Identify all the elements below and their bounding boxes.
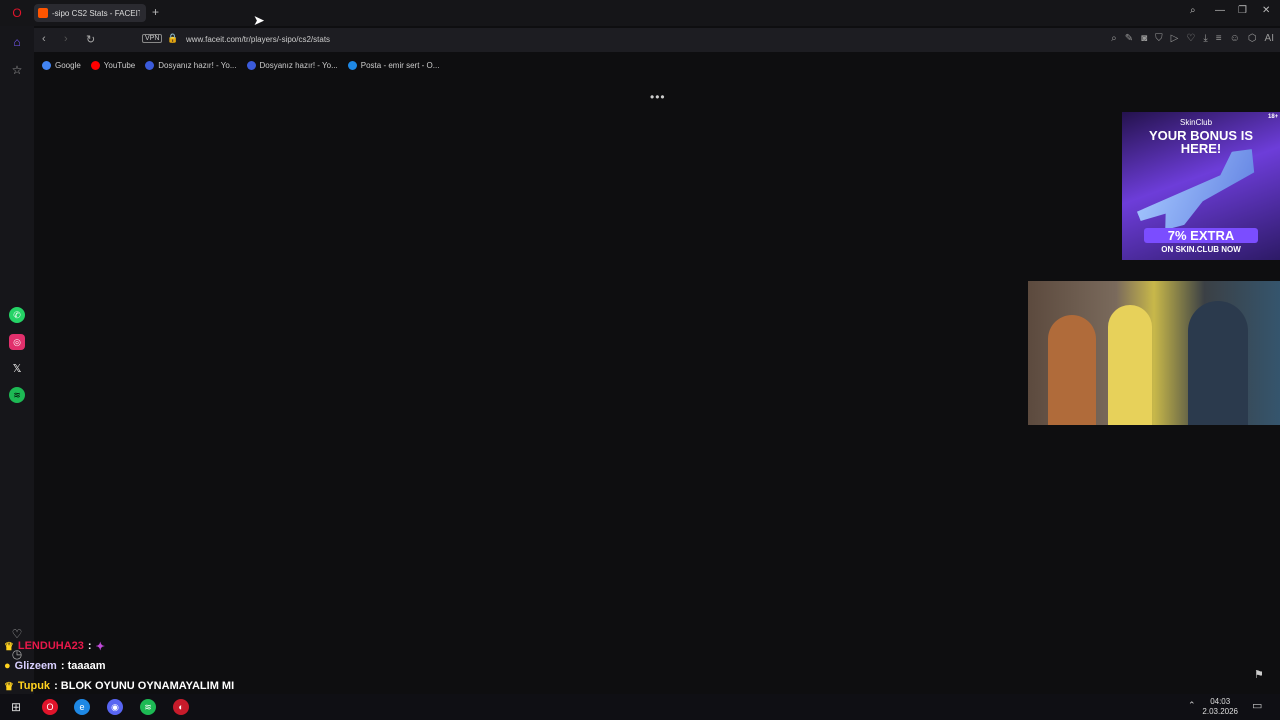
clock-date: 2.03.2026 bbox=[1202, 707, 1238, 716]
person-middle bbox=[1108, 305, 1152, 425]
google-icon bbox=[42, 60, 51, 70]
spotify-icon[interactable]: ≋ bbox=[9, 387, 25, 403]
emote-icon: ✦ bbox=[95, 640, 105, 653]
home-icon[interactable]: ⌂ bbox=[9, 34, 25, 50]
search-tabs-icon[interactable]: ⌕ bbox=[1190, 5, 1196, 16]
address-bar: ‹ › ↻ VPN 🔒 www.faceit.com/tr/players/-s… bbox=[34, 28, 1280, 52]
opera-taskbar-icon[interactable]: O bbox=[42, 699, 58, 715]
tab-active[interactable]: -sipo CS2 Stats - FACEIT.c bbox=[34, 4, 146, 22]
bookmarks-bar: Google YouTube Dosyanız hazır! - Yo... D… bbox=[34, 56, 1280, 74]
opera-logo-icon[interactable]: O bbox=[9, 5, 25, 21]
whatsapp-icon[interactable]: ✆ bbox=[9, 307, 25, 323]
search-icon[interactable]: ⌕ bbox=[1111, 33, 1117, 44]
bookmark-posta[interactable]: Posta - emir sert - O... bbox=[347, 60, 439, 70]
instagram-icon[interactable]: ◎ bbox=[9, 334, 25, 350]
ad-age-badge: 18+ bbox=[1268, 114, 1279, 120]
chat-user: Glizeem bbox=[14, 660, 57, 672]
shield-icon[interactable]: ⛉ bbox=[1155, 33, 1163, 44]
taskbar: ⊞ O e ◉ ≋ ◐ ⌃ 04:03 2.03.2026 ▭ bbox=[0, 694, 1280, 720]
minimize-icon[interactable]: — bbox=[1215, 5, 1225, 16]
spotify-taskbar-icon[interactable]: ≋ bbox=[140, 699, 156, 715]
chat-message: ♛ Tupuk : BLOK OYUNU OYNAMAYALIM MI bbox=[4, 676, 234, 696]
play-icon[interactable]: ▷ bbox=[1171, 33, 1179, 44]
notification-icon[interactable]: ▭ bbox=[1252, 699, 1262, 712]
chat-text: : BLOK OYUNU OYNAMAYALIM MI bbox=[54, 680, 235, 692]
person-left bbox=[1048, 315, 1096, 425]
person-right bbox=[1188, 301, 1248, 425]
edit-icon[interactable]: ✎ bbox=[1125, 33, 1133, 44]
taskbar-clock[interactable]: 04:03 2.03.2026 bbox=[1202, 697, 1238, 717]
youtube-icon bbox=[90, 60, 100, 70]
crown-icon: ♛ bbox=[4, 680, 14, 693]
bookmark-dosyaniz-1[interactable]: Dosyanız hazır! - Yo... bbox=[145, 60, 237, 70]
lock-icon[interactable]: 🔒 bbox=[167, 33, 178, 44]
edge-icon[interactable]: e bbox=[74, 699, 90, 715]
title-bar: O -sipo CS2 Stats - FACEIT.c + ⌕ — ❐ ✕ bbox=[0, 0, 1280, 26]
tab-title: -sipo CS2 Stats - FACEIT.c bbox=[52, 8, 140, 18]
download-icon[interactable]: ⤓ bbox=[1203, 33, 1207, 44]
vpn-badge[interactable]: VPN bbox=[142, 34, 163, 43]
back-icon[interactable]: ‹ bbox=[42, 33, 46, 45]
profile-icon[interactable]: ☺ bbox=[1230, 33, 1240, 44]
new-tab-icon[interactable]: + bbox=[152, 5, 159, 19]
discord-icon[interactable]: ◉ bbox=[107, 699, 123, 715]
bookmark-icon bbox=[145, 60, 155, 70]
ad-cta: ON SKIN.CLUB NOW bbox=[1161, 245, 1241, 254]
chat-text: : taaaam bbox=[60, 660, 106, 672]
heart-icon[interactable]: ♡ bbox=[1186, 33, 1195, 44]
mouse-cursor-icon: ➤ bbox=[253, 12, 265, 28]
corner-widget-icon[interactable]: ⚑ bbox=[1254, 668, 1264, 681]
browser-sidebar: ⌂ ☆ ✆ ◎ 𝕏 ≋ ♡ ◷ bbox=[0, 26, 34, 694]
skinclub-ad[interactable]: SkinClub 18+ YOUR BONUS IS HERE! 7% EXTR… bbox=[1122, 112, 1280, 260]
camera-icon[interactable]: ◙ bbox=[1141, 33, 1147, 44]
ad-offer: 7% EXTRA bbox=[1144, 228, 1258, 243]
stream-chat-overlay: ♛ LENDUHA23 : ✦ ● Glizeem : taaaam ♛ Tup… bbox=[4, 636, 234, 696]
close-icon[interactable]: ✕ bbox=[1262, 5, 1270, 16]
menu-icon[interactable]: ≡ bbox=[1216, 33, 1222, 44]
bookmark-icon bbox=[246, 60, 256, 70]
webcam-overlay bbox=[1028, 281, 1280, 425]
bookmark-google[interactable]: Google bbox=[42, 60, 81, 70]
app-taskbar-icon[interactable]: ◐ bbox=[173, 699, 189, 715]
windows-start-icon[interactable]: ⊞ bbox=[8, 699, 24, 715]
extensions-icon[interactable]: ⬡ bbox=[1248, 33, 1257, 44]
clock-time: 04:03 bbox=[1210, 697, 1231, 706]
badge-icon: ● bbox=[4, 660, 11, 672]
chat-user: Tupuk bbox=[17, 680, 51, 692]
ai-button[interactable]: AI bbox=[1265, 33, 1274, 44]
reload-icon[interactable]: ↻ bbox=[86, 33, 95, 46]
chat-message: ● Glizeem : taaaam bbox=[4, 656, 234, 676]
crown-icon: ♛ bbox=[4, 640, 14, 653]
faceit-favicon-icon bbox=[38, 8, 48, 18]
loading-indicator: ••• bbox=[650, 90, 666, 104]
bookmark-youtube[interactable]: YouTube bbox=[90, 60, 135, 70]
x-twitter-icon[interactable]: 𝕏 bbox=[9, 360, 25, 376]
tray-expand-icon[interactable]: ⌃ bbox=[1188, 700, 1196, 711]
bookmark-dosyaniz-2[interactable]: Dosyanız hazır! - Yo... bbox=[246, 60, 338, 70]
chat-message: ♛ LENDUHA23 : ✦ bbox=[4, 636, 234, 656]
star-icon[interactable]: ☆ bbox=[9, 62, 25, 78]
forward-icon[interactable]: › bbox=[64, 33, 68, 45]
outlook-icon bbox=[347, 60, 357, 70]
toolbar-icons: ⌕ ✎ ◙ ⛉ ▷ ♡ ⤓ ≡ ☺ ⬡ AI bbox=[1111, 33, 1274, 44]
rifle-image bbox=[1129, 144, 1268, 239]
chat-user: LENDUHA23 bbox=[17, 640, 84, 652]
ad-brand: SkinClub bbox=[1180, 118, 1213, 127]
maximize-icon[interactable]: ❐ bbox=[1238, 5, 1247, 16]
chat-text: : bbox=[87, 640, 92, 652]
url-field[interactable]: www.faceit.com/tr/players/-sipo/cs2/stat… bbox=[186, 35, 330, 44]
